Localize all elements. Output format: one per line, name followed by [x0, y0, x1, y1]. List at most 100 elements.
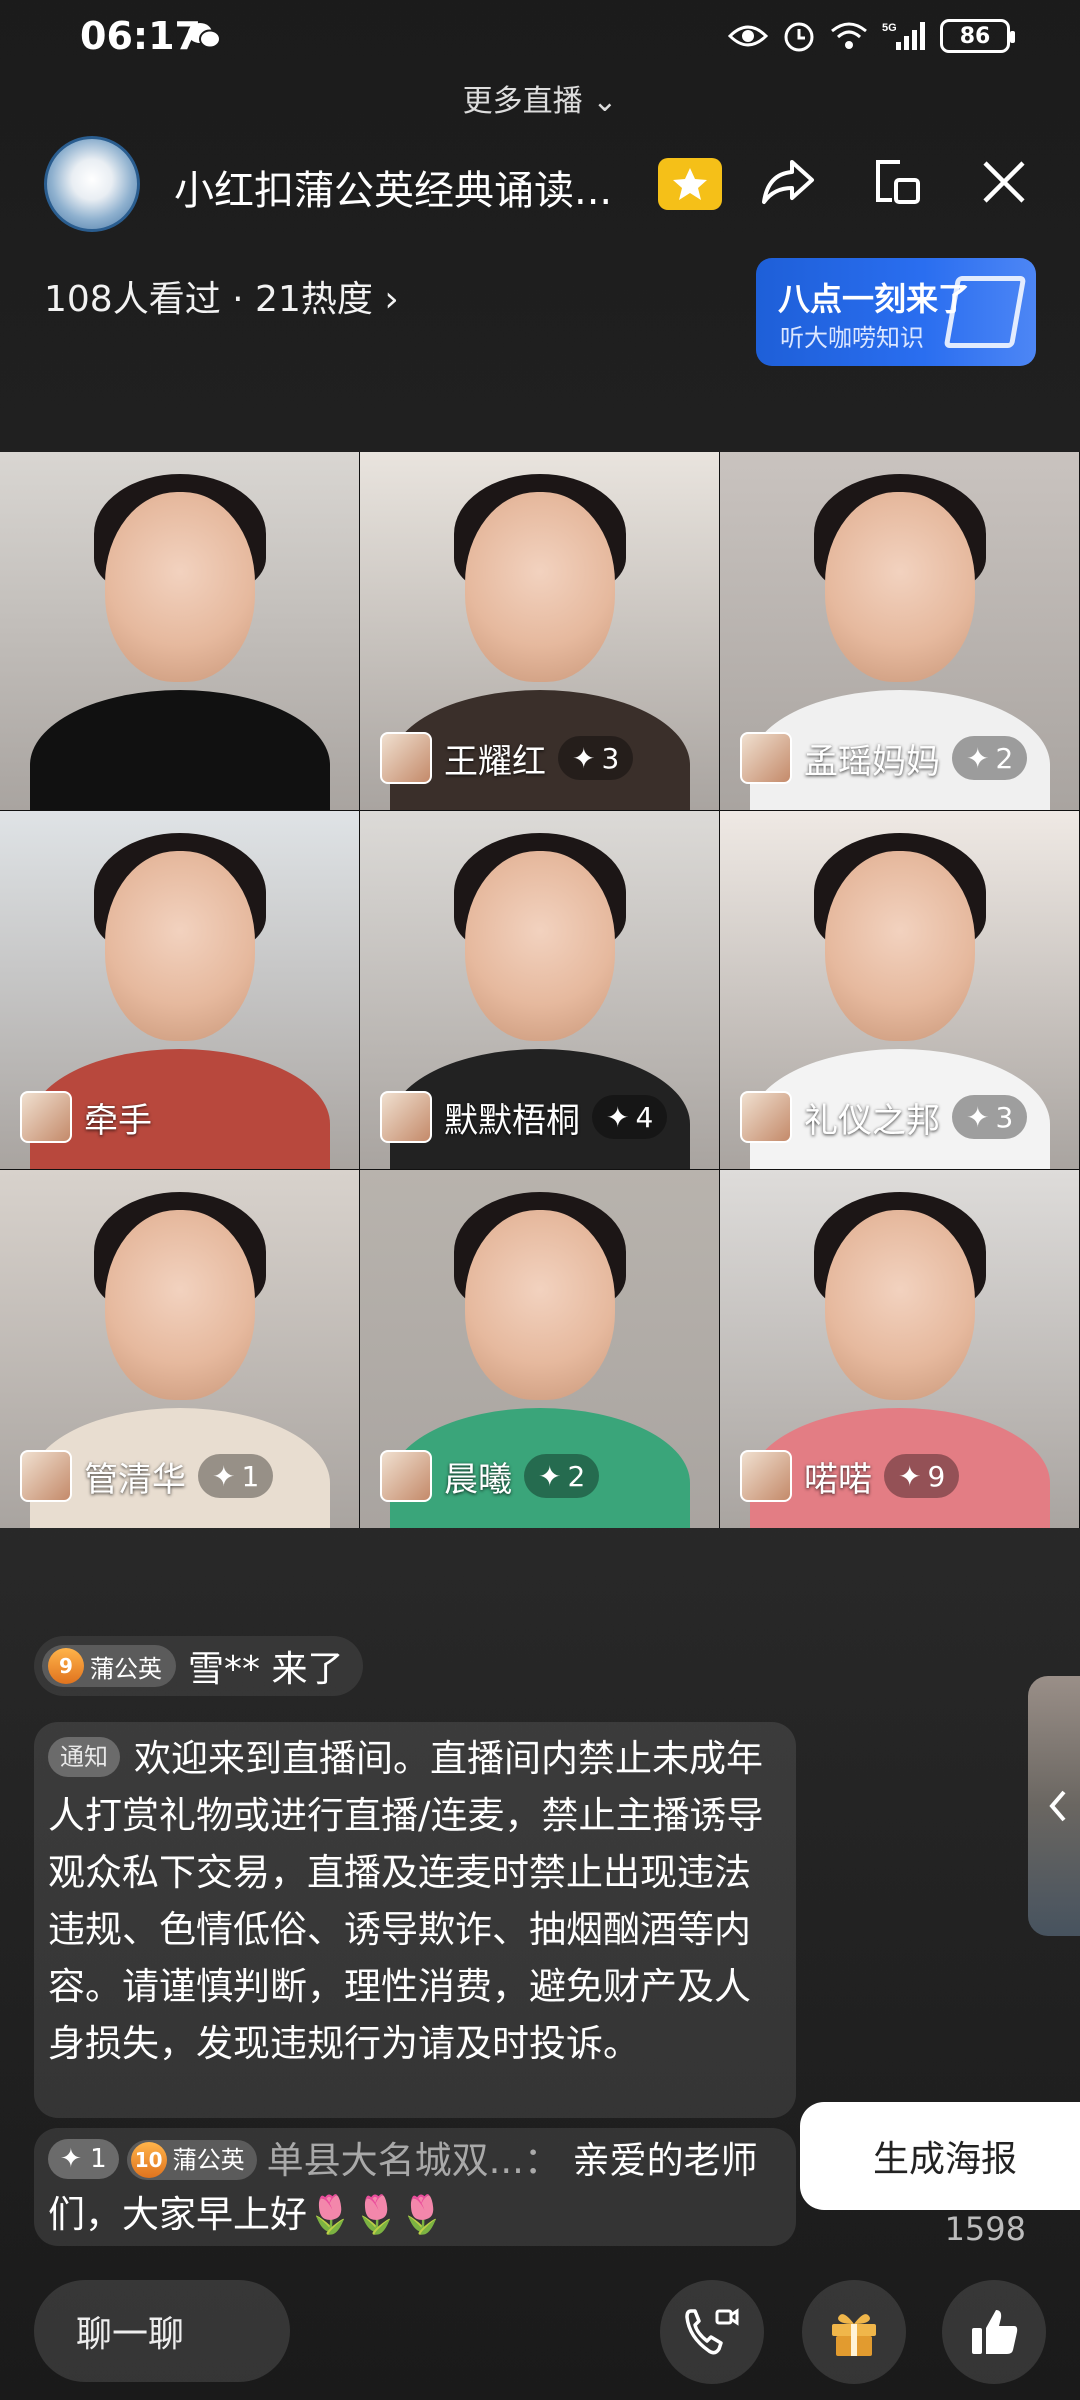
fan-badge: 10 蒲公英	[126, 2140, 257, 2180]
room-title[interactable]: 小红扣蒲公英经典诵读...	[174, 158, 634, 216]
participant-tile[interactable]: 王耀红 ✦ 3	[360, 452, 719, 810]
participant-face	[104, 851, 255, 1041]
participant-avatar[interactable]	[20, 1450, 72, 1502]
side-panel-tab[interactable]	[1028, 1676, 1080, 1936]
participant-name: 王耀红	[444, 741, 546, 782]
participant-like-count: 1	[241, 1459, 260, 1493]
participant-name-bar: 晨曦 ✦ 2	[380, 1450, 600, 1502]
participant-avatar[interactable]	[740, 732, 792, 784]
sparkle-icon: ✦	[538, 1459, 562, 1493]
participant-likes: ✦ 3	[558, 736, 634, 780]
battery-icon: 86	[940, 19, 1015, 53]
chat-input[interactable]: 聊一聊	[34, 2280, 290, 2382]
participant-face	[464, 851, 615, 1041]
fan-level: 9	[48, 1648, 84, 1684]
participant-likes: ✦ 2	[952, 736, 1028, 780]
participant-like-count: 9	[927, 1459, 946, 1493]
like-count: 1598	[944, 2210, 1026, 2248]
like-pill-count: 1	[90, 2144, 107, 2174]
generate-poster-button[interactable]: 生成海报	[800, 2102, 1080, 2210]
fan-badge-label: 蒲公英	[90, 1654, 162, 1683]
svg-text:5G: 5G	[882, 22, 897, 34]
gift-button[interactable]	[802, 2280, 906, 2384]
participant-face	[464, 1210, 615, 1400]
participant-name: 孟瑶妈妈	[804, 741, 940, 782]
participant-avatar[interactable]	[380, 1091, 432, 1143]
viewer-stats[interactable]: 108人看过 · 21热度 ›	[44, 270, 399, 322]
participant-tile[interactable]: 喏喏 ✦ 9	[720, 1170, 1079, 1528]
participant-like-count: 2	[995, 741, 1014, 775]
like-pill: ✦ 1	[48, 2139, 119, 2179]
participant-face	[824, 1210, 975, 1400]
viewer-stats-label: 108人看过 · 21热度	[44, 279, 373, 320]
phone-video-icon	[685, 2308, 739, 2355]
participant-likes: ✦ 2	[524, 1454, 600, 1498]
participant-tile[interactable]: 晨曦 ✦ 2	[360, 1170, 719, 1528]
star-badge-icon[interactable]	[658, 158, 722, 210]
sparkle-icon: ✦	[606, 1100, 630, 1134]
participant-likes: ✦ 3	[952, 1095, 1028, 1139]
promo-logo-icon	[943, 276, 1027, 348]
participant-avatar[interactable]	[740, 1450, 792, 1502]
status-time: 06:17	[80, 14, 201, 58]
participant-avatar[interactable]	[380, 732, 432, 784]
chevron-down-icon: ⌄	[592, 84, 618, 119]
participant-face	[464, 492, 615, 682]
chat-message[interactable]: ✦ 1 10 蒲公英 单县大名城双...： 亲爱的老师们，大家早上好🌷🌷🌷	[34, 2128, 796, 2246]
like-button[interactable]	[942, 2280, 1046, 2384]
signal-5g-icon: 5G	[882, 22, 925, 50]
sparkle-icon: ✦	[898, 1459, 922, 1493]
participant-avatar[interactable]	[20, 1091, 72, 1143]
join-text: 雪** 来了	[188, 1649, 344, 1690]
participant-name: 牵手	[84, 1100, 152, 1141]
participant-name-bar: 礼仪之邦 ✦ 3	[740, 1091, 1028, 1143]
chevron-left-icon	[1049, 1790, 1066, 1822]
participant-face	[824, 851, 975, 1041]
fan-level: 10	[130, 2142, 167, 2178]
participant-name-bar: 王耀红 ✦ 3	[380, 732, 634, 784]
participant-face	[104, 1210, 255, 1400]
participant-like-count: 4	[635, 1100, 654, 1134]
participant-tile[interactable]: 管清华 ✦ 1	[0, 1170, 359, 1528]
host-avatar[interactable]	[44, 136, 140, 232]
participant-tile[interactable]: 默默梧桐 ✦ 4	[360, 811, 719, 1169]
participant-tile[interactable]: 礼仪之邦 ✦ 3	[720, 811, 1079, 1169]
message-sender[interactable]: 单县大名城双...	[267, 2139, 524, 2182]
participant-like-count: 2	[567, 1459, 586, 1493]
participant-tile[interactable]	[0, 452, 359, 810]
participant-likes: ✦ 4	[592, 1095, 668, 1139]
promo-banner[interactable]: 八点一刻来了 听大咖唠知识	[756, 258, 1036, 366]
video-grid: 王耀红 ✦ 3 孟瑶妈妈 ✦ 2 牵手 默默梧桐 ✦ 4 礼仪之邦 ✦ 3 管清华 ✦ 1 晨曦 ✦ 2 喏喏 ✦ 9	[0, 452, 1080, 1528]
close-icon[interactable]	[968, 146, 1040, 218]
participant-avatar[interactable]	[380, 1450, 432, 1502]
participant-name: 管清华	[84, 1459, 186, 1500]
thumbs-up-icon	[972, 2310, 1018, 2354]
participant-body	[29, 690, 330, 810]
participant-like-count: 3	[995, 1100, 1014, 1134]
mini-window-icon[interactable]	[860, 146, 932, 218]
participant-tile[interactable]: 牵手	[0, 811, 359, 1169]
promo-title: 八点一刻来了	[778, 280, 971, 318]
participant-likes: ✦ 1	[198, 1454, 274, 1498]
participant-name-bar: 牵手	[20, 1091, 152, 1143]
fan-badge-label: 蒲公英	[172, 2146, 245, 2174]
participant-name: 默默梧桐	[444, 1100, 580, 1141]
participant-tile[interactable]: 孟瑶妈妈 ✦ 2	[720, 452, 1079, 810]
sparkle-icon: ✦	[572, 741, 596, 775]
participant-name: 礼仪之邦	[804, 1100, 940, 1141]
wifi-icon	[831, 22, 867, 49]
notice-tag: 通知	[48, 1737, 120, 1777]
participant-face	[104, 492, 255, 682]
video-call-button[interactable]	[660, 2280, 764, 2384]
participant-name-bar: 默默梧桐 ✦ 4	[380, 1091, 668, 1143]
participant-name: 喏喏	[804, 1459, 872, 1500]
participant-name: 晨曦	[444, 1459, 512, 1500]
fan-badge: 9 蒲公英	[42, 1645, 176, 1687]
status-icons: 5G 86	[728, 14, 1015, 58]
chevron-right-icon: ›	[384, 279, 399, 320]
more-live-button[interactable]: 更多直播 ⌄	[0, 76, 1080, 120]
wechat-icon	[188, 23, 221, 49]
participant-avatar[interactable]	[740, 1091, 792, 1143]
eye-icon	[728, 25, 768, 47]
share-icon[interactable]	[752, 146, 824, 218]
